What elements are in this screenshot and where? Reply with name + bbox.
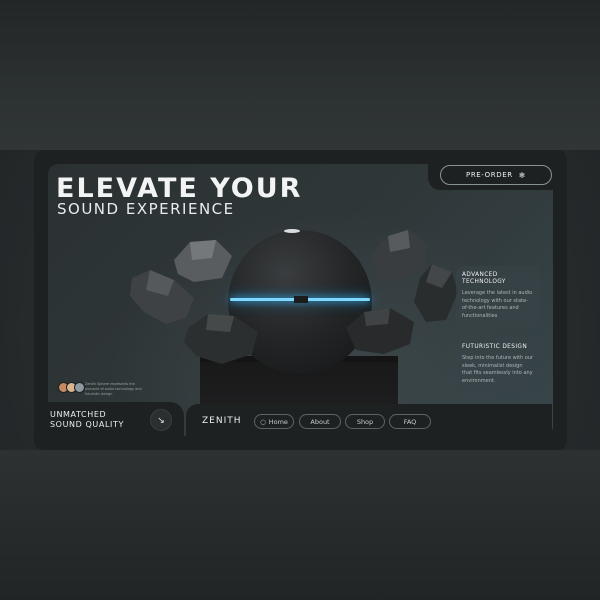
nav-item-home[interactable]: ○ Home [254,414,294,429]
feature-text: Leverage the latest in audio technology … [462,289,533,320]
feature-text: Step into the future with our sleek, min… [462,354,534,385]
brand-logo: ZENITH [202,416,242,426]
circle-icon: ○ [260,417,266,426]
rock-image [184,314,258,364]
speaker-led-gap [294,296,308,303]
tagline: UNMATCHED SOUND QUALITY [50,410,124,430]
tagline-line2: SOUND QUALITY [50,420,124,429]
rock-image [414,264,458,322]
arrow-down-right-button[interactable]: ↘ [150,409,172,431]
nav-item-shop[interactable]: Shop [345,414,385,429]
blurred-background-top [0,0,600,150]
blurred-background-bottom [0,450,600,600]
feature-card-design: FUTURISTIC DESIGN Step into the future w… [456,338,540,392]
hero-subtitle: SOUND EXPERIENCE [57,200,235,218]
preorder-button[interactable]: PRE-ORDER ❄ [440,165,552,185]
avatar [74,382,85,393]
nav-item-label: About [310,417,330,426]
nav-item-label: Shop [356,417,374,426]
feature-card-technology: ADVANCED TECHNOLOGY Leverage the latest … [456,266,540,326]
nav-item-faq[interactable]: FAQ [389,414,431,429]
rock-image [174,240,232,282]
feature-title: ADVANCED TECHNOLOGY [462,272,506,285]
rock-image [346,308,414,354]
snowflake-icon: ❄ [518,170,526,180]
avatar-caption: Zenith Sphere represents the pinnacle of… [85,382,142,396]
feature-title: FUTURISTIC DESIGN [462,344,528,350]
nav-item-about[interactable]: About [299,414,341,429]
tagline-line1: UNMATCHED [50,410,107,419]
preorder-label: PRE-ORDER [466,171,513,179]
nav-item-label: FAQ [403,417,417,426]
avatar-group [58,382,85,393]
arrow-down-right-icon: ↘ [157,414,165,425]
speaker-top-button [284,229,300,233]
nav-item-label: Home [268,417,288,426]
